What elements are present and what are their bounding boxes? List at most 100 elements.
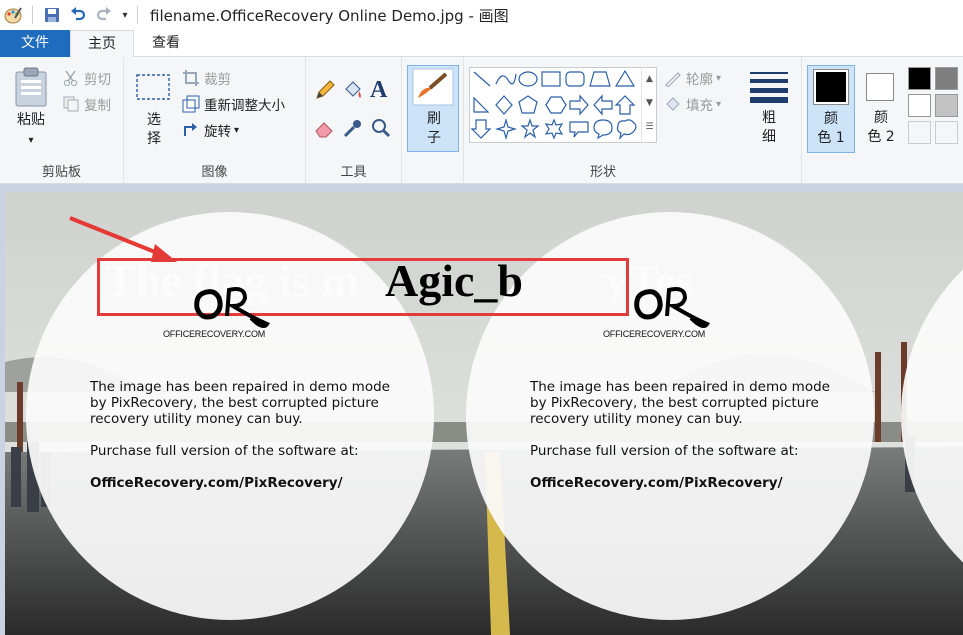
triangle-shape-icon[interactable] xyxy=(614,69,636,87)
palette-swatch-black[interactable] xyxy=(908,67,931,90)
hexagon-shape-icon[interactable] xyxy=(545,96,567,114)
diamond-shape-icon[interactable] xyxy=(495,95,513,115)
purchase-url: OfficeRecovery.com/PixRecovery/ xyxy=(530,475,783,491)
rectangle-callout-shape-icon[interactable] xyxy=(569,121,589,138)
rotate-button[interactable]: 旋转 ▾ xyxy=(182,120,239,140)
copy-label: 复制 xyxy=(84,98,111,114)
shapes-scroll[interactable]: ▲ ▼ ☰ xyxy=(641,67,657,143)
up-arrow-shape-icon[interactable] xyxy=(614,95,636,115)
polygon-shape-icon[interactable] xyxy=(589,71,611,87)
crop-icon xyxy=(183,70,199,86)
color-2-button[interactable]: 颜 色 2 xyxy=(860,65,902,153)
size-label: 粗 细 xyxy=(762,110,776,145)
oval-shape-icon[interactable] xyxy=(518,71,538,87)
tab-file[interactable]: 文件 xyxy=(0,30,70,57)
outline-label: 轮廓 xyxy=(686,72,713,88)
ribbon-tabs: 文件 主页 查看 xyxy=(0,30,963,58)
palette-swatch-empty[interactable] xyxy=(935,121,958,144)
palette-swatch-gray[interactable] xyxy=(935,67,958,90)
logo-caption-left: OFFICERECOVERY.COM xyxy=(163,329,266,339)
image-group: 选 择 裁剪 重新调整大小 旋转 ▾ 图像 xyxy=(124,57,306,184)
undo-icon[interactable] xyxy=(67,4,89,26)
clipboard-group-label: 剪贴板 xyxy=(41,165,81,180)
fill-icon xyxy=(666,97,680,111)
select-label: 选 择 xyxy=(147,112,161,147)
fill-label: 填充 xyxy=(686,98,713,114)
left-arrow-shape-icon[interactable] xyxy=(593,94,613,116)
palette-swatch-empty[interactable] xyxy=(908,121,931,144)
shapes-group: ▲ ▼ ☰ 轮廓 ▾ 填充 ▾ 形状 粗 细 xyxy=(464,57,802,184)
cloud-callout-shape-icon[interactable] xyxy=(616,119,637,140)
shapes-group-label: 形状 xyxy=(589,165,616,180)
color-palette xyxy=(906,67,963,147)
right-arrow-shape-icon[interactable] xyxy=(569,94,589,116)
paint-app-icon[interactable] xyxy=(2,4,24,26)
tab-view[interactable]: 查看 xyxy=(134,30,198,57)
separator xyxy=(137,6,138,24)
curve-shape-icon[interactable] xyxy=(495,73,517,85)
six-point-star-shape-icon[interactable] xyxy=(544,118,564,140)
redo-icon[interactable] xyxy=(93,4,115,26)
color-picker-icon[interactable] xyxy=(342,117,364,143)
four-point-star-shape-icon[interactable] xyxy=(494,117,518,141)
copy-icon xyxy=(63,96,79,112)
color-2-label: 颜 色 2 xyxy=(867,110,895,145)
eraser-icon[interactable] xyxy=(314,117,336,143)
pencil-icon[interactable] xyxy=(314,79,336,105)
palette-swatch-light-gray[interactable] xyxy=(935,94,958,117)
outline-dropdown-icon[interactable]: ▾ xyxy=(716,73,721,84)
demo-line-3: recovery utility money can buy. xyxy=(530,411,743,427)
crop-button[interactable]: 裁剪 xyxy=(182,68,231,88)
outline-icon xyxy=(665,72,681,87)
rectangle-shape-icon[interactable] xyxy=(541,71,561,87)
scroll-up-icon[interactable]: ▲ xyxy=(642,67,657,91)
save-icon[interactable] xyxy=(41,4,63,26)
demo-line-1: The image has been repaired in demo mode xyxy=(530,379,830,395)
oval-callout-shape-icon[interactable] xyxy=(593,119,613,140)
tab-home[interactable]: 主页 xyxy=(70,30,134,58)
gallery-expand-icon[interactable]: ☰ xyxy=(642,115,657,139)
pentagon-shape-icon[interactable] xyxy=(518,95,538,114)
image-canvas[interactable]: The flag is m yTes Agic_b OFFICERECOVERY.… xyxy=(5,192,963,635)
five-point-star-shape-icon[interactable] xyxy=(520,118,540,139)
resize-label: 重新调整大小 xyxy=(204,98,285,114)
paste-button[interactable]: 粘贴 ▾ xyxy=(6,65,56,153)
shapes-gallery xyxy=(469,67,657,143)
line-shape-icon[interactable] xyxy=(473,71,491,87)
fill-bucket-icon[interactable] xyxy=(342,79,364,105)
tools-group-label: 工具 xyxy=(340,165,367,180)
line-thickness-icon xyxy=(750,72,788,103)
separator xyxy=(32,6,33,24)
clipboard-group: 粘贴 ▾ 剪切 复制 剪贴板 xyxy=(0,57,124,184)
demo-notice-left: The image has been repaired in demo mode… xyxy=(90,379,410,491)
scroll-down-icon[interactable]: ▼ xyxy=(642,91,657,115)
size-button[interactable]: 粗 细 xyxy=(744,65,794,153)
image-group-label: 图像 xyxy=(201,165,228,180)
demo-line-3: recovery utility money can buy. xyxy=(90,411,303,427)
text-tool-icon[interactable]: A xyxy=(370,77,387,104)
magnifier-icon[interactable] xyxy=(370,117,392,143)
fill-dropdown-icon[interactable]: ▾ xyxy=(716,99,721,110)
palette-swatch-white[interactable] xyxy=(908,94,931,117)
down-arrow-shape-icon[interactable] xyxy=(470,119,492,139)
select-button[interactable]: 选 择 xyxy=(132,71,176,155)
highlight-rectangle xyxy=(97,258,629,316)
outline-button[interactable]: 轮廓 ▾ xyxy=(664,68,721,88)
rotate-dropdown-icon[interactable]: ▾ xyxy=(234,125,239,136)
color-1-swatch xyxy=(813,69,849,105)
copy-button[interactable]: 复制 xyxy=(62,94,111,114)
customize-quick-access-icon[interactable]: ▾ xyxy=(119,4,131,26)
paste-icon xyxy=(15,67,47,107)
resize-button[interactable]: 重新调整大小 xyxy=(182,94,285,114)
scissors-icon xyxy=(63,70,78,87)
brush-icon xyxy=(412,68,454,106)
right-triangle-shape-icon[interactable] xyxy=(473,96,490,113)
rotate-label: 旋转 xyxy=(204,124,231,140)
cut-button[interactable]: 剪切 xyxy=(62,68,111,88)
brushes-button[interactable]: 刷 子 xyxy=(407,65,459,152)
rounded-rectangle-shape-icon[interactable] xyxy=(565,71,585,87)
paste-dropdown-icon[interactable]: ▾ xyxy=(6,131,56,150)
fill-button[interactable]: 填充 ▾ xyxy=(664,94,721,114)
color-1-button[interactable]: 颜 色 1 xyxy=(807,65,855,153)
logo-caption-right: OFFICERECOVERY.COM xyxy=(603,329,706,339)
